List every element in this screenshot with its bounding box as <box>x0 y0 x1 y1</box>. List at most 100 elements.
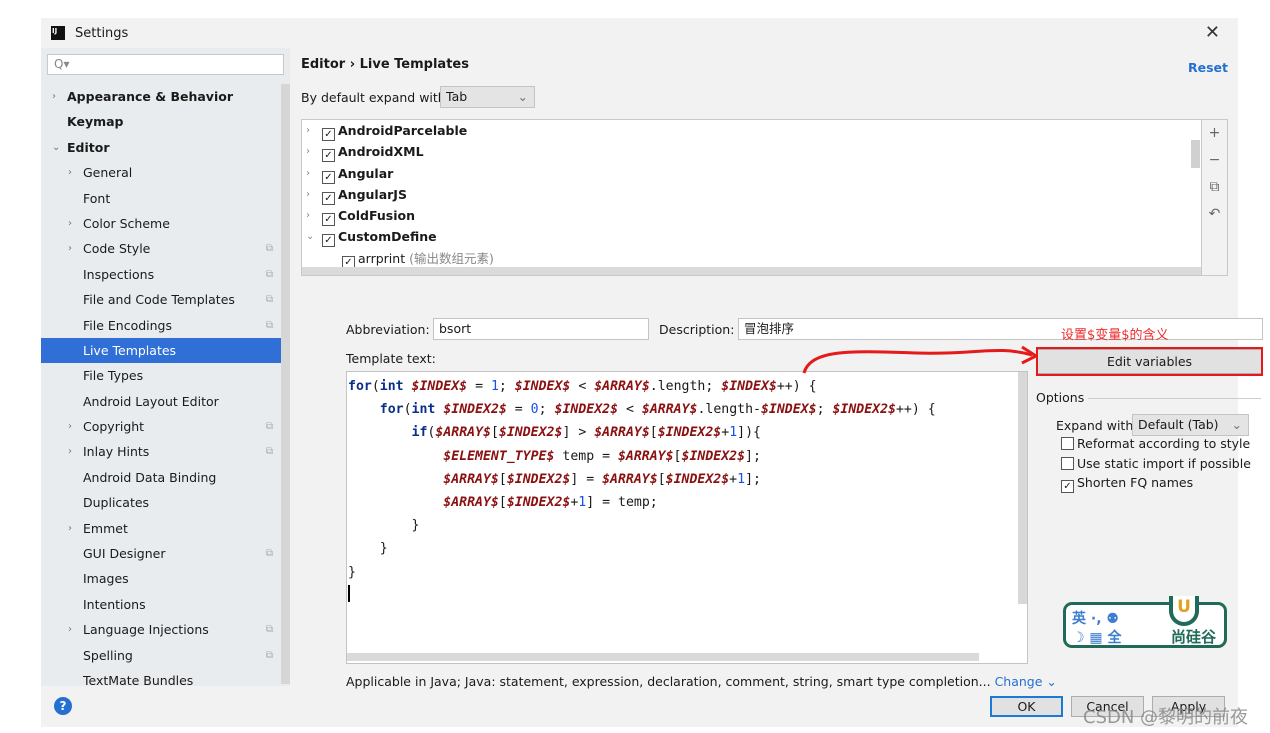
sidebar-item-font[interactable]: Font <box>41 186 281 211</box>
template-group[interactable]: › ✓ AndroidParcelable <box>302 120 1201 141</box>
help-icon[interactable]: ? <box>54 697 72 715</box>
sidebar-item-intentions[interactable]: Intentions <box>41 592 281 617</box>
template-name: CustomDefine <box>338 229 437 245</box>
chevron-right-icon[interactable]: › <box>306 163 310 184</box>
reset-link[interactable]: Reset <box>1188 60 1228 75</box>
dialog-footer: ? OK Cancel Apply <box>41 686 1238 727</box>
template-group[interactable]: ⌄ ✓ CustomDefine <box>302 226 1201 248</box>
chevron-right-icon[interactable]: › <box>68 439 72 464</box>
project-settings-icon: ⧉ <box>265 294 273 306</box>
text-caret <box>348 585 350 602</box>
sidebar-item-inspections[interactable]: Inspections ⧉ <box>41 262 281 287</box>
sidebar-item-language-injections[interactable]: › Language Injections ⧉ <box>41 617 281 642</box>
template-name: AngularJS <box>338 186 407 202</box>
option-checkbox[interactable]: Use static import if possible <box>1061 456 1251 471</box>
checkbox[interactable]: ✓ <box>1061 480 1074 493</box>
option-checkbox[interactable]: ✓ Shorten FQ names <box>1061 475 1193 493</box>
sidebar-item-android-layout-editor[interactable]: Android Layout Editor <box>41 389 281 414</box>
add-icon[interactable]: + <box>1202 120 1227 147</box>
template-group[interactable]: › ✓ AngularJS <box>302 184 1201 205</box>
abbreviation-input[interactable]: bsort <box>433 318 649 340</box>
checkbox[interactable]: ✓ <box>322 170 335 184</box>
list-horizontal-scrollbar[interactable] <box>302 267 1201 275</box>
options-expand-select[interactable]: Default (Tab) ⌄ <box>1132 414 1249 436</box>
title-bar: IJ Settings ✕ <box>41 18 1238 48</box>
sidebar-item-inlay-hints[interactable]: › Inlay Hints ⧉ <box>41 439 281 464</box>
project-settings-icon: ⧉ <box>265 319 273 331</box>
chevron-right-icon[interactable]: › <box>68 160 72 185</box>
chevron-down-icon[interactable]: ⌄ <box>52 135 60 160</box>
template-group[interactable]: › ✓ Angular <box>302 163 1201 184</box>
checkbox[interactable]: ✓ <box>322 128 335 141</box>
template-group[interactable]: › ✓ AndroidXML <box>302 141 1201 163</box>
code-keyword: int <box>379 379 412 394</box>
sidebar-item-label: Language Injections <box>83 622 209 638</box>
code-text: < <box>570 379 595 394</box>
chevron-right-icon[interactable]: › <box>68 414 72 439</box>
template-name: AndroidXML <box>338 144 424 160</box>
sidebar-item-code-style[interactable]: › Code Style ⧉ <box>41 236 281 261</box>
sidebar-item-general[interactable]: › General <box>41 160 281 185</box>
sidebar-item-keymap[interactable]: Keymap <box>41 109 281 134</box>
chevron-down-icon: ⌄ <box>517 89 528 104</box>
editor-scrollbar[interactable] <box>1018 372 1027 604</box>
chevron-right-icon[interactable]: › <box>68 211 72 236</box>
sidebar-item-appearance-behavior[interactable]: › Appearance & Behavior <box>41 84 281 109</box>
code-text: ]; <box>745 471 761 487</box>
checkbox[interactable]: ✓ <box>322 234 335 248</box>
chevron-right-icon[interactable]: › <box>68 236 72 261</box>
sidebar-item-editor[interactable]: ⌄ Editor <box>41 135 281 160</box>
project-settings-icon: ⧉ <box>265 548 273 560</box>
sidebar-item-emmet[interactable]: › Emmet <box>41 516 281 541</box>
chevron-right-icon[interactable]: › <box>68 516 72 541</box>
checkbox[interactable]: ✓ <box>322 149 335 163</box>
chevron-right-icon[interactable]: › <box>306 184 310 205</box>
search-input[interactable]: Q▾ <box>47 54 284 75</box>
expand-with-select[interactable]: Tab ⌄ <box>440 86 535 108</box>
template-group[interactable]: › ✓ ColdFusion <box>302 205 1201 227</box>
sidebar-scrollbar[interactable] <box>281 84 290 684</box>
code-text: ] = temp; <box>586 494 658 510</box>
settings-sidebar: Q▾ › Appearance & Behavior Keymap ⌄ Editor › G… <box>41 48 290 688</box>
copy-icon[interactable]: ⧉ <box>1202 174 1227 201</box>
sidebar-item-copyright[interactable]: › Copyright ⧉ <box>41 414 281 439</box>
editor-horizontal-scrollbar[interactable] <box>347 653 979 661</box>
chevron-right-icon[interactable]: › <box>306 141 310 162</box>
code-variable: $INDEX$ <box>760 402 817 418</box>
ime-toolbar[interactable]: 英 ·, ⚉ ☽ ▦ 全 U 尚硅谷 <box>1063 596 1227 648</box>
option-checkbox[interactable]: Reformat according to style <box>1061 436 1250 451</box>
sidebar-item-label: Duplicates <box>83 495 150 511</box>
sidebar-item-android-data-binding[interactable]: Android Data Binding <box>41 465 281 490</box>
restore-icon[interactable]: ↶ <box>1202 201 1227 228</box>
template-text-editor[interactable]: for(int $INDEX$ = 1; $INDEX$ < $ARRAY$.l… <box>346 371 1028 664</box>
chevron-right-icon[interactable]: › <box>306 205 310 226</box>
sidebar-item-live-templates[interactable]: Live Templates <box>41 337 281 364</box>
sidebar-item-gui-designer[interactable]: GUI Designer ⧉ <box>41 541 281 566</box>
sidebar-item-color-scheme[interactable]: › Color Scheme <box>41 211 281 236</box>
chevron-right-icon[interactable]: › <box>52 84 56 109</box>
sidebar-item-file-and-code-templates[interactable]: File and Code Templates ⧉ <box>41 287 281 312</box>
ok-button[interactable]: OK <box>990 696 1063 717</box>
code-text: ]){ <box>737 425 761 441</box>
annotation-arrow <box>802 345 1040 374</box>
sidebar-item-label: Editor <box>67 139 110 155</box>
sidebar-item-images[interactable]: Images <box>41 566 281 591</box>
sidebar-item-duplicates[interactable]: Duplicates <box>41 490 281 515</box>
chevron-right-icon[interactable]: › <box>68 617 72 642</box>
checkbox[interactable] <box>1061 456 1074 470</box>
code-variable: $ARRAY$ <box>617 448 674 464</box>
chevron-down-icon[interactable]: ⌄ <box>306 226 314 247</box>
checkbox[interactable]: ✓ <box>322 191 335 205</box>
sidebar-item-spelling[interactable]: Spelling ⧉ <box>41 643 281 668</box>
template-item[interactable]: ✓ arrprint (输出数组元素) <box>302 248 1201 269</box>
chevron-right-icon[interactable]: › <box>306 120 310 141</box>
close-icon[interactable]: ✕ <box>1205 22 1220 43</box>
remove-icon[interactable]: − <box>1202 147 1227 174</box>
checkbox[interactable]: ✓ <box>322 213 335 227</box>
ime-line-2: ☽ ▦ 全 <box>1072 630 1122 646</box>
checkbox[interactable] <box>1061 437 1074 450</box>
sidebar-item-file-types[interactable]: File Types <box>41 363 281 388</box>
sidebar-item-file-encodings[interactable]: File Encodings ⧉ <box>41 313 281 338</box>
code-text: ] = <box>570 471 603 487</box>
